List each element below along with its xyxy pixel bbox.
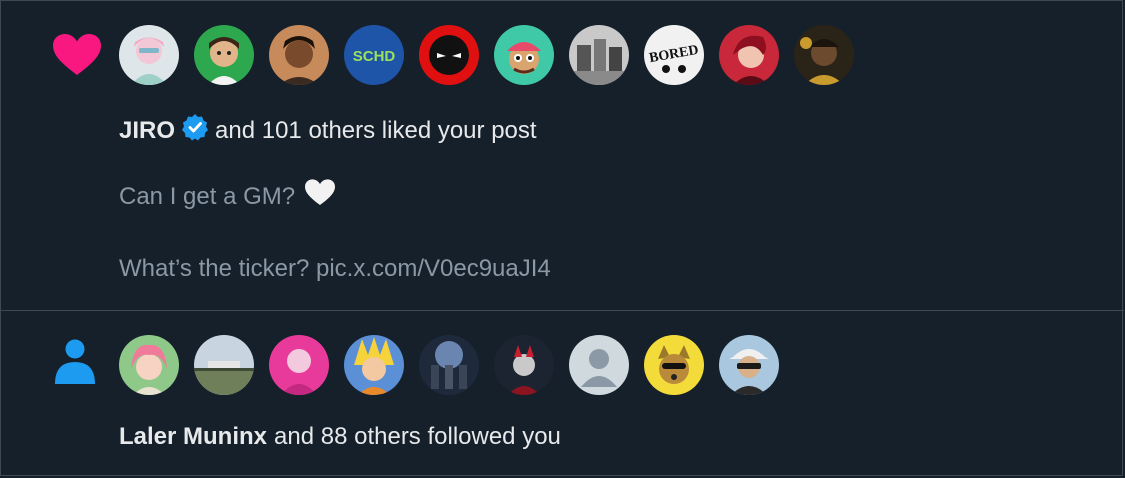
post-text-1: Can I get a GM? [119, 182, 296, 210]
avatar[interactable] [419, 25, 479, 85]
avatar[interactable] [719, 25, 779, 85]
avatar[interactable] [494, 335, 554, 395]
white-heart-icon [305, 179, 336, 214]
verified-badge-icon [181, 113, 209, 149]
avatar[interactable] [569, 335, 629, 395]
liker-name[interactable]: JIRO [119, 116, 175, 146]
avatar[interactable] [269, 25, 329, 85]
follow-headline: Laler Muninx and 88 others followed you [119, 422, 561, 452]
avatar[interactable] [269, 335, 329, 395]
heart-icon [53, 34, 101, 81]
avatar[interactable] [719, 335, 779, 395]
avatar[interactable] [344, 335, 404, 395]
avatar[interactable]: SCHD [344, 25, 404, 85]
like-notification[interactable]: SCHD BORED JIRO and 101 others liked you… [1, 1, 1124, 310]
avatar[interactable] [419, 335, 479, 395]
avatar[interactable] [569, 25, 629, 85]
avatar[interactable] [119, 25, 179, 85]
avatar[interactable]: BORED [644, 25, 704, 85]
avatar[interactable] [194, 25, 254, 85]
avatar[interactable] [119, 335, 179, 395]
avatar[interactable] [794, 25, 854, 85]
post-text-2: What’s the ticker? pic.x.com/V0ec9uaJI4 [119, 255, 551, 282]
follower-avatars [119, 335, 779, 395]
follow-headline-text: and 88 others followed you [274, 423, 561, 450]
avatar[interactable] [494, 25, 554, 85]
avatar-4-label: SCHD [353, 48, 396, 65]
notifications-list: SCHD BORED JIRO and 101 others liked you… [0, 0, 1124, 477]
person-icon [53, 339, 97, 390]
post-preview-line-1[interactable]: Can I get a GM? [119, 179, 336, 214]
avatar[interactable] [644, 335, 704, 395]
post-preview-line-2[interactable]: What’s the ticker? pic.x.com/V0ec9uaJI4 [119, 254, 551, 284]
follow-notification[interactable]: Laler Muninx and 88 others followed you [1, 311, 1124, 477]
avatar[interactable] [194, 335, 254, 395]
like-headline: JIRO and 101 others liked your post [119, 113, 537, 149]
liker-avatars: SCHD BORED [119, 25, 854, 85]
follower-name[interactable]: Laler Muninx [119, 422, 267, 452]
like-headline-text: and 101 others liked your post [215, 117, 537, 144]
